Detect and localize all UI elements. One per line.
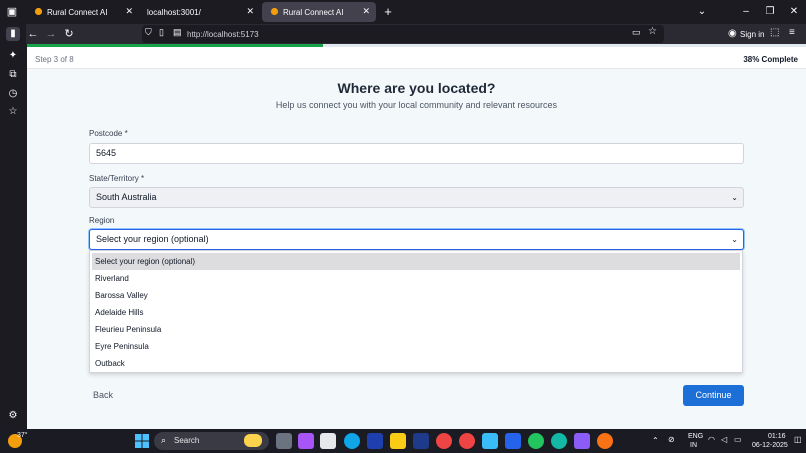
progress-percent: 38% Complete	[743, 55, 798, 64]
edge-icon[interactable]	[344, 433, 360, 449]
chevron-down-icon: ⌄	[731, 193, 738, 202]
bookmarks-icon[interactable]: ☆	[6, 105, 20, 119]
reader-mode-icon[interactable]: ▤	[173, 27, 182, 38]
region-select[interactable]: Select your region (optional) ⌄	[89, 229, 744, 250]
bookmark-star-icon[interactable]: ☆	[648, 26, 657, 37]
search-highlight-icon	[244, 434, 262, 447]
sidebar-toggle-icon[interactable]: ▮	[6, 27, 20, 41]
tab-title: Rural Connect AI	[47, 8, 108, 17]
postcode-input[interactable]: 5645	[89, 143, 744, 164]
page-title: Where are you located?	[337, 80, 496, 96]
browser-tab-bar: ▣ Rural Connect AI ✕ localhost:3001/ ✕ R…	[0, 0, 806, 24]
tab-title: localhost:3001/	[147, 8, 201, 17]
tab-title: Rural Connect AI	[283, 8, 344, 17]
wifi-icon[interactable]: ◠	[708, 435, 715, 444]
page-icon: ▯	[159, 27, 164, 37]
url-text: http://localhost:5173	[187, 30, 259, 39]
region-option[interactable]: Riverland	[92, 270, 740, 287]
minimize-button[interactable]: –	[734, 0, 758, 24]
app-teal-icon[interactable]	[551, 433, 567, 449]
chevron-down-icon: ⌄	[731, 235, 738, 244]
sidebar-rail: ▮ ✦ ⧉ ◷ ☆ ⚙	[0, 24, 26, 429]
app-purple-icon[interactable]	[574, 433, 590, 449]
region-option[interactable]: Fleurieu Peninsula	[92, 321, 740, 338]
close-window-button[interactable]: ✕	[782, 0, 806, 24]
settings-gear-icon[interactable]: ⚙	[6, 409, 20, 423]
network-off-icon[interactable]: ⊘	[668, 435, 675, 444]
clock-date[interactable]: 06-12-2025	[752, 442, 788, 449]
search-icon: ⌕	[161, 435, 167, 445]
extensions-icon[interactable]: ⬚	[770, 27, 779, 38]
start-windows-icon[interactable]	[134, 433, 150, 449]
page-subtitle: Help us connect you with your local comm…	[275, 100, 558, 110]
region-label: Region	[89, 216, 115, 225]
copilot-icon[interactable]	[298, 433, 314, 449]
list-all-tabs-icon[interactable]: ⌄	[690, 0, 714, 24]
history-icon[interactable]: ◷	[6, 87, 20, 101]
menu-icon[interactable]: ≡	[789, 27, 795, 38]
continue-button[interactable]: Continue	[683, 385, 744, 406]
ai-chat-icon[interactable]: ✦	[6, 49, 20, 63]
firefox-icon[interactable]	[597, 433, 613, 449]
chrome-profile-icon[interactable]	[459, 433, 475, 449]
store-icon[interactable]	[320, 433, 336, 449]
region-option[interactable]: Eyre Peninsula	[92, 338, 740, 355]
screenshot-icon[interactable]: ▭	[632, 27, 641, 38]
postcode-label: Postcode *	[89, 129, 128, 138]
search-label: Search	[174, 436, 200, 445]
region-option[interactable]: Barossa Valley	[92, 287, 740, 304]
weather-temp: 37°	[17, 432, 28, 439]
volume-icon[interactable]: ◁	[721, 435, 727, 444]
rural-connect-favicon-icon	[270, 7, 279, 16]
word-icon[interactable]	[505, 433, 521, 449]
back-arrow-icon[interactable]: ←	[26, 27, 40, 41]
tab-list-icon[interactable]: ▣	[3, 0, 21, 24]
state-value: South Australia	[96, 192, 157, 202]
battery-icon[interactable]: ▭	[734, 435, 742, 444]
chrome-icon[interactable]	[436, 433, 452, 449]
close-tab-icon[interactable]: ✕	[125, 6, 133, 17]
close-tab-icon[interactable]: ✕	[362, 6, 370, 17]
restore-button[interactable]: ❐	[758, 0, 782, 24]
task-view-icon[interactable]	[276, 433, 292, 449]
reload-icon[interactable]: ↻	[62, 27, 76, 41]
tray-chevron-up-icon[interactable]: ⌃	[652, 436, 659, 445]
tab-localhost[interactable]: localhost:3001/ ✕	[140, 2, 260, 22]
account-icon[interactable]: ◉	[728, 28, 737, 39]
step-indicator: Step 3 of 8	[35, 55, 74, 64]
back-button[interactable]: Back	[93, 387, 131, 403]
region-dropdown-list: Select your region (optional) Riverland …	[89, 250, 743, 373]
photos-icon[interactable]	[482, 433, 498, 449]
synced-tabs-icon[interactable]: ⧉	[6, 68, 20, 82]
file-explorer-icon[interactable]	[390, 433, 406, 449]
language-bottom[interactable]: IN	[690, 442, 697, 449]
region-option[interactable]: Outback	[92, 355, 740, 372]
language-top[interactable]: ENG	[688, 433, 703, 440]
tab-rural-connect-active[interactable]: Rural Connect AI ✕	[262, 2, 376, 22]
app-blue-icon[interactable]	[367, 433, 383, 449]
region-option[interactable]: Select your region (optional)	[92, 253, 740, 270]
app-a-icon[interactable]	[413, 433, 429, 449]
region-value: Select your region (optional)	[96, 234, 209, 244]
region-option[interactable]: Adelaide Hills	[92, 304, 740, 321]
taskbar-search-box[interactable]: ⌕	[154, 432, 269, 450]
clock-time[interactable]: 01:16	[768, 433, 786, 440]
forward-arrow-icon[interactable]: →	[44, 27, 58, 41]
shield-icon[interactable]: ⛉	[145, 27, 152, 38]
step-header: Step 3 of 8 38% Complete	[27, 47, 806, 69]
tab-rural-connect-1[interactable]: Rural Connect AI ✕	[26, 2, 139, 22]
windows-taskbar: 37° ⌕ Search ⌃ ⊘ ENG IN ◠ ◁ ▭ 01:16 06-1…	[0, 429, 806, 453]
notification-icon[interactable]: ◫	[794, 435, 802, 444]
postcode-value: 5645	[96, 148, 117, 158]
new-tab-button[interactable]: +	[380, 0, 396, 24]
rural-connect-favicon-icon	[34, 7, 43, 16]
state-label: State/Territory *	[89, 174, 145, 183]
whatsapp-icon[interactable]	[528, 433, 544, 449]
sign-in-button[interactable]: Sign in	[740, 30, 764, 39]
state-select[interactable]: South Australia ⌄	[89, 187, 744, 208]
close-tab-icon[interactable]: ✕	[246, 6, 254, 17]
